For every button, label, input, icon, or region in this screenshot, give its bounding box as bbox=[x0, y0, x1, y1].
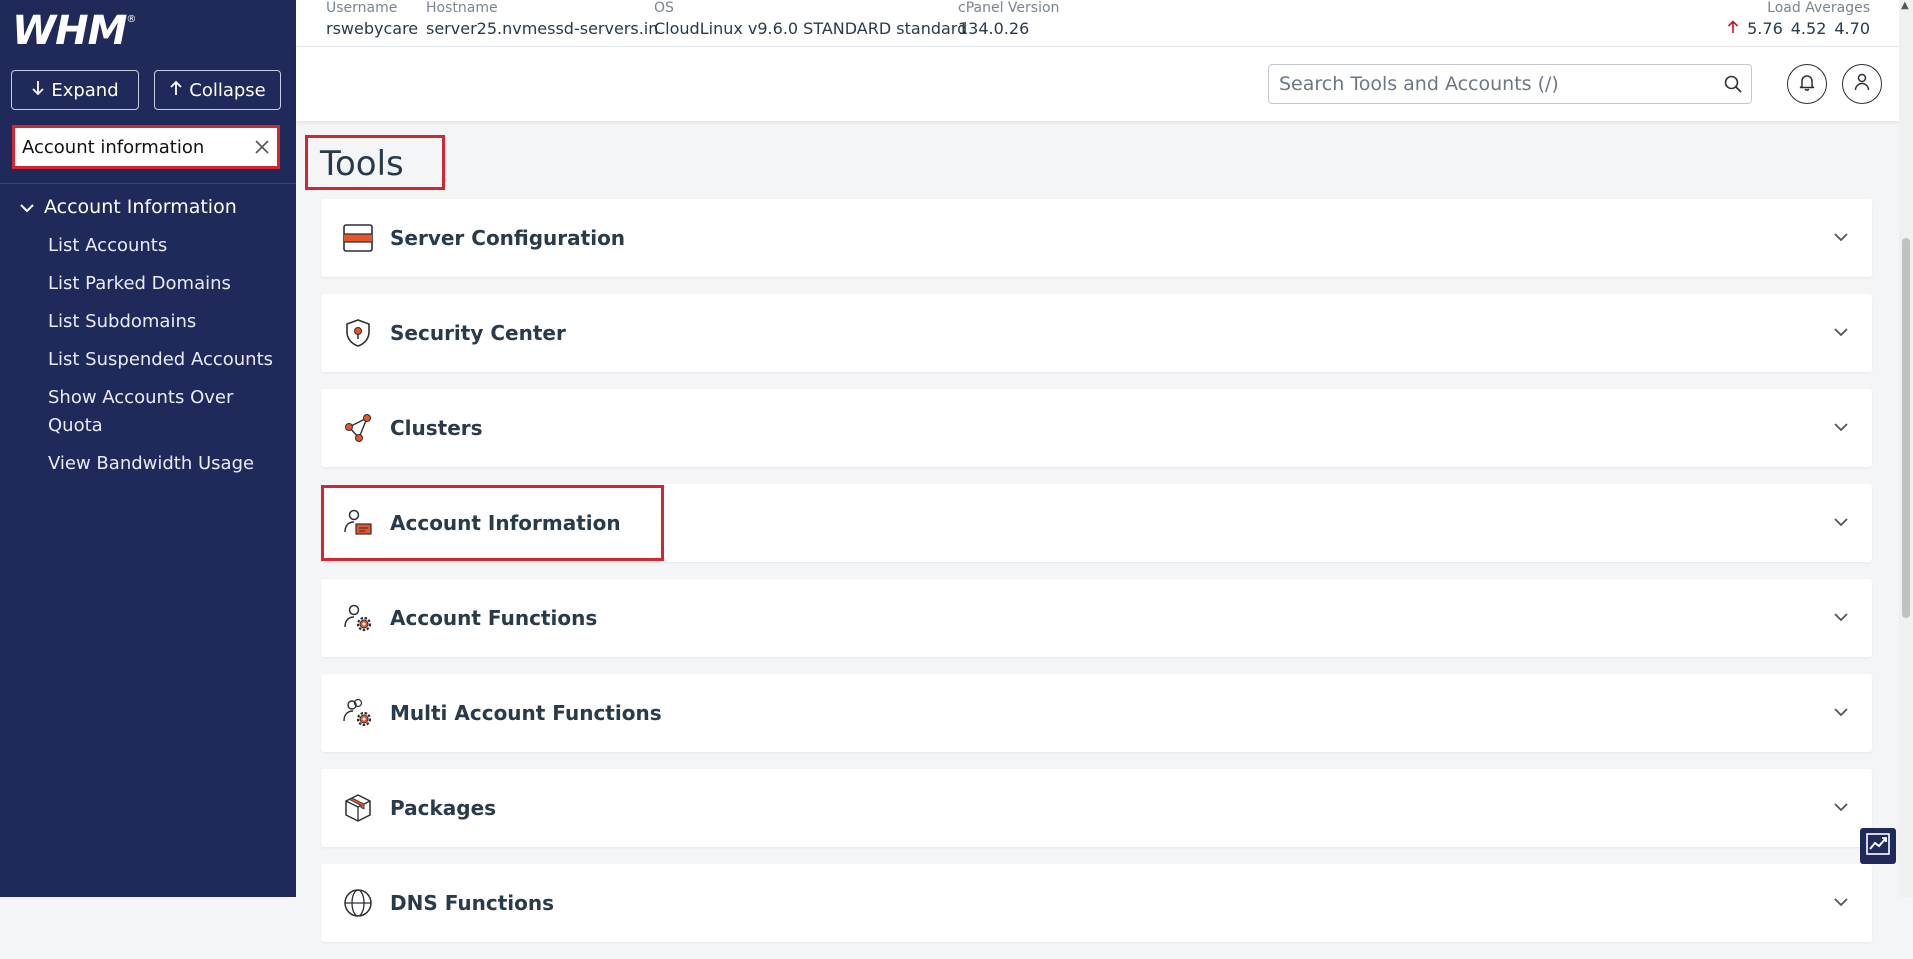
cpanel-version-value: 134.0.26 bbox=[958, 19, 1030, 38]
username-label: Username bbox=[326, 0, 398, 16]
chart-trend-icon bbox=[1866, 833, 1890, 859]
tool-label: Account Information bbox=[390, 511, 621, 535]
account-gear-icon bbox=[343, 603, 373, 633]
hostname-value: server25.nvmessd-servers.in bbox=[426, 19, 659, 38]
chevron-down-icon[interactable] bbox=[1832, 513, 1850, 531]
load-averages-label: Load Averages bbox=[1767, 0, 1870, 16]
package-icon bbox=[343, 793, 373, 823]
logo-text: WHM bbox=[12, 8, 127, 54]
search-icon[interactable] bbox=[1715, 75, 1751, 93]
tool-label: Clusters bbox=[390, 416, 483, 440]
chevron-down-icon bbox=[20, 196, 34, 218]
info-hostname: Hostname server25.nvmessd-servers.in bbox=[426, 0, 658, 42]
info-load-averages: Load Averages 5.76 4.52 4.70 bbox=[1727, 0, 1870, 42]
load-averages-values: 5.76 4.52 4.70 bbox=[1727, 16, 1870, 42]
user-menu-button[interactable] bbox=[1842, 64, 1882, 104]
chevron-down-icon[interactable] bbox=[1832, 323, 1850, 341]
info-username: Username rswebycare bbox=[326, 0, 418, 42]
tool-dns-functions[interactable]: DNS Functions bbox=[321, 864, 1872, 942]
shield-icon bbox=[343, 318, 373, 348]
username-value: rswebycare bbox=[326, 19, 419, 38]
info-cpanel-version: cPanel Version 134.0.26 bbox=[958, 0, 1059, 42]
tool-label: Multi Account Functions bbox=[390, 701, 662, 725]
chevron-down-icon[interactable] bbox=[1832, 703, 1850, 721]
server-icon bbox=[343, 223, 373, 253]
arrow-up-icon bbox=[169, 80, 183, 101]
collapse-button[interactable]: Collapse bbox=[154, 70, 281, 110]
sidebar-item-view-bandwidth-usage[interactable]: View Bandwidth Usage bbox=[48, 450, 278, 478]
tool-clusters[interactable]: Clusters bbox=[321, 389, 1872, 467]
chevron-down-icon[interactable] bbox=[1832, 228, 1850, 246]
sidebar-item-list-suspended-accounts[interactable]: List Suspended Accounts bbox=[48, 346, 278, 374]
server-info-bar: Username rswebycare Hostname server25.nv… bbox=[296, 0, 1899, 47]
chevron-down-icon[interactable] bbox=[1832, 608, 1850, 626]
chevron-down-icon[interactable] bbox=[1832, 418, 1850, 436]
sidebar-items: List Accounts List Parked Domains List S… bbox=[48, 232, 278, 488]
os-value: CloudLinux v9.6.0 STANDARD standard bbox=[654, 19, 968, 38]
page-scrollbar[interactable]: ▲ bbox=[1899, 0, 1913, 897]
account-info-icon bbox=[343, 508, 373, 538]
load-average-3: 4.70 bbox=[1834, 19, 1870, 38]
tool-label: Packages bbox=[390, 796, 497, 820]
sidebar-search-input[interactable] bbox=[15, 135, 247, 159]
tool-label: DNS Functions bbox=[390, 891, 555, 915]
load-average-1: 5.76 bbox=[1747, 19, 1783, 38]
expand-button[interactable]: Expand bbox=[11, 70, 139, 110]
arrow-down-icon bbox=[31, 80, 45, 101]
sidebar-group-label: Account Information bbox=[44, 196, 237, 218]
tool-account-functions[interactable]: Account Functions bbox=[321, 579, 1872, 657]
tool-multi-account-functions[interactable]: Multi Account Functions bbox=[321, 674, 1872, 752]
collapse-label: Collapse bbox=[189, 79, 266, 101]
sidebar-group-account-information[interactable]: Account Information bbox=[20, 196, 237, 218]
globe-icon bbox=[343, 888, 373, 918]
tools-search bbox=[1268, 64, 1752, 104]
bell-icon bbox=[1799, 73, 1815, 95]
tools-list: Server Configuration Security Center Clu… bbox=[321, 199, 1872, 959]
tool-server-configuration[interactable]: Server Configuration bbox=[321, 199, 1872, 277]
tool-security-center[interactable]: Security Center bbox=[321, 294, 1872, 372]
os-label: OS bbox=[654, 0, 674, 16]
tool-label: Account Functions bbox=[390, 606, 598, 630]
user-icon bbox=[1854, 73, 1870, 95]
close-icon[interactable] bbox=[247, 140, 277, 154]
multi-account-gear-icon bbox=[343, 698, 373, 728]
cluster-icon bbox=[343, 413, 373, 443]
analytics-button[interactable] bbox=[1860, 828, 1896, 864]
chevron-down-icon[interactable] bbox=[1832, 893, 1850, 911]
notifications-button[interactable] bbox=[1787, 64, 1827, 104]
info-os: OS CloudLinux v9.6.0 STANDARD standard bbox=[654, 0, 967, 42]
arrow-up-red-icon bbox=[1727, 16, 1739, 42]
sidebar: WHM® Expand Collapse Account Information… bbox=[0, 0, 296, 897]
tools-search-input[interactable] bbox=[1269, 72, 1715, 96]
tool-label: Security Center bbox=[390, 321, 566, 345]
sidebar-divider bbox=[0, 183, 296, 184]
sidebar-item-list-accounts[interactable]: List Accounts bbox=[48, 232, 278, 260]
scrollbar-thumb[interactable] bbox=[1902, 238, 1910, 618]
hostname-label: Hostname bbox=[426, 0, 498, 16]
sidebar-item-list-subdomains[interactable]: List Subdomains bbox=[48, 308, 278, 336]
page-title: Tools bbox=[320, 144, 404, 184]
sidebar-search bbox=[12, 125, 280, 169]
cpanel-version-label: cPanel Version bbox=[958, 0, 1060, 16]
tool-account-information[interactable]: Account Information bbox=[321, 484, 1872, 562]
sidebar-item-list-parked-domains[interactable]: List Parked Domains bbox=[48, 270, 278, 298]
tool-label: Server Configuration bbox=[390, 226, 626, 250]
header bbox=[296, 47, 1899, 121]
chevron-down-icon[interactable] bbox=[1832, 798, 1850, 816]
tool-packages[interactable]: Packages bbox=[321, 769, 1872, 847]
scroll-up-arrow-icon[interactable]: ▲ bbox=[1901, 0, 1909, 11]
registered-mark: ® bbox=[126, 14, 137, 25]
load-average-2: 4.52 bbox=[1790, 19, 1827, 38]
whm-logo[interactable]: WHM® bbox=[12, 10, 152, 52]
sidebar-item-show-accounts-over-quota[interactable]: Show Accounts Over Quota bbox=[48, 384, 278, 440]
expand-label: Expand bbox=[51, 79, 119, 101]
